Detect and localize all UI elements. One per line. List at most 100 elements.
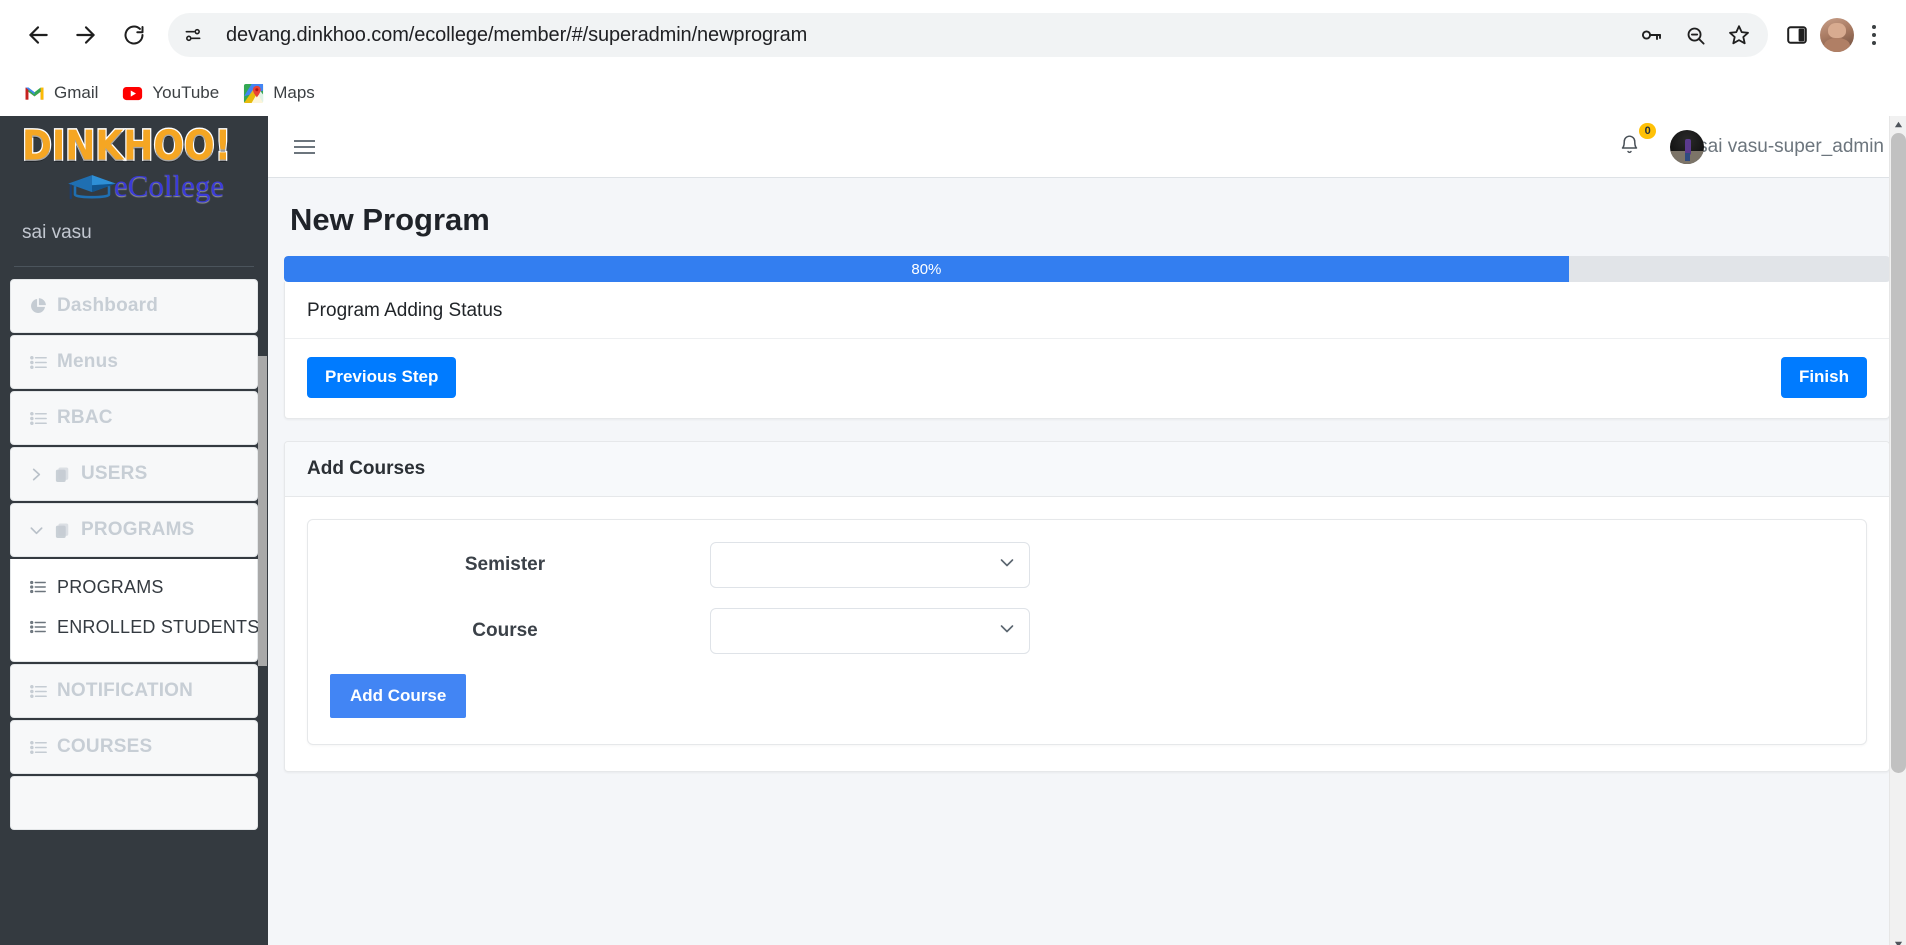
reload-button[interactable]: [110, 11, 158, 59]
list-icon: [25, 738, 51, 757]
course-select-wrap: [710, 607, 1030, 654]
scroll-down-arrow-icon[interactable]: [1890, 936, 1906, 945]
add-courses-header: Add Courses: [285, 441, 1889, 497]
list-icon: [25, 409, 51, 428]
sidebar-logo[interactable]: DINKHOO! eCollege: [0, 116, 268, 203]
back-button[interactable]: [14, 11, 62, 59]
sidebar-item-label: RBAC: [57, 407, 113, 428]
add-courses-form: Semister Course Add Course: [307, 518, 1867, 746]
semister-select-wrap: [710, 541, 1030, 588]
finish-button[interactable]: Finish: [1780, 357, 1867, 398]
maps-icon: [243, 83, 264, 104]
list-icon: [25, 682, 51, 701]
sidebar-item-notification[interactable]: NOTIFICATION: [10, 664, 258, 718]
sidebar-subitem-label: ENROLLED STUDENTS: [57, 616, 260, 637]
sidebar-scrollbar[interactable]: [257, 116, 268, 945]
course-label: Course: [472, 619, 538, 641]
side-panel-icon[interactable]: [1776, 14, 1818, 56]
sidebar-submenu-programs: PROGRAMS ENROLLED STUDENTS: [10, 559, 260, 662]
user-menu[interactable]: sai vasu-super_admin: [1670, 129, 1884, 164]
add-courses-card: Add Courses Semister Course Add Course: [284, 440, 1890, 773]
sidebar-scrollbar-thumb[interactable]: [258, 356, 267, 666]
app-topbar: 0 sai vasu-super_admin: [268, 116, 1906, 178]
application-window: DINKHOO! eCollege sai vasu Dashboard Men…: [0, 116, 1906, 945]
pie-chart-icon: [25, 297, 51, 315]
copy-icon: [49, 466, 75, 483]
site-info-icon[interactable]: [176, 18, 210, 52]
browser-chrome: devang.dinkhoo.com/ecollege/member/#/sup…: [0, 0, 1906, 116]
chrome-profile-avatar[interactable]: [1820, 18, 1854, 52]
form-row-semister: Semister: [330, 541, 1844, 588]
wizard-button-row: Previous Step Finish: [285, 339, 1889, 418]
bookmark-label: Maps: [273, 83, 315, 102]
bookmark-maps[interactable]: Maps: [233, 78, 325, 109]
chrome-menu-icon[interactable]: [1856, 14, 1892, 56]
sidebar-divider: [14, 266, 254, 267]
logo-dinkhoo-text: DINKHOO!: [21, 121, 233, 171]
sidebar-item-programs[interactable]: PROGRAMS: [10, 503, 258, 557]
main-area: 0 sai vasu-super_admin New Program 80% P…: [268, 116, 1906, 945]
scroll-up-arrow-icon[interactable]: [1890, 116, 1906, 133]
zoom-icon[interactable]: [1674, 14, 1716, 56]
previous-step-button[interactable]: Previous Step: [307, 357, 457, 398]
copy-icon: [49, 522, 75, 539]
sidebar-item-menus[interactable]: Menus: [10, 335, 258, 389]
list-icon: [25, 618, 51, 636]
list-icon: [25, 578, 51, 596]
toolbar-right: [1776, 14, 1892, 56]
chevron-down-icon: [25, 523, 47, 538]
status-text: Program Adding Status: [285, 282, 1889, 339]
progress-bar-fill: 80%: [284, 256, 1569, 282]
chevron-right-icon: [25, 467, 47, 482]
bookmark-gmail[interactable]: Gmail: [14, 78, 108, 109]
add-courses-body: Semister Course Add Course: [285, 497, 1889, 772]
notification-badge: 0: [1639, 122, 1657, 139]
notifications-bell-icon[interactable]: 0: [1615, 122, 1657, 164]
url-text[interactable]: devang.dinkhoo.com/ecollege/member/#/sup…: [226, 24, 807, 47]
sidebar-item-users[interactable]: USERS: [10, 447, 258, 501]
bookmark-youtube[interactable]: YouTube: [112, 78, 229, 109]
graduation-cap-icon: [68, 175, 116, 199]
user-display-name: sai vasu-super_admin: [1698, 135, 1884, 157]
hamburger-menu-icon[interactable]: [290, 136, 319, 158]
sidebar-item-label: Menus: [57, 351, 119, 372]
logo-ecollege-text: eCollege: [114, 168, 225, 203]
sidebar-item-rbac[interactable]: RBAC: [10, 391, 258, 445]
sidebar-subitem-programs[interactable]: PROGRAMS: [11, 567, 257, 607]
omnibox-actions: [1630, 14, 1760, 56]
add-course-button-wrap: Add Course: [330, 673, 1844, 745]
sidebar-item-label: Dashboard: [57, 295, 159, 316]
sidebar-item-label: USERS: [81, 463, 148, 484]
semister-label: Semister: [464, 553, 546, 575]
sidebar-item-dashboard[interactable]: Dashboard: [10, 279, 258, 333]
avatar: [1670, 129, 1705, 164]
passwords-icon[interactable]: [1630, 14, 1672, 56]
browser-toolbar: devang.dinkhoo.com/ecollege/member/#/sup…: [0, 0, 1906, 70]
omnibox[interactable]: devang.dinkhoo.com/ecollege/member/#/sup…: [168, 13, 1768, 57]
sidebar-item-partial[interactable]: [10, 776, 258, 830]
forward-button[interactable]: [62, 11, 110, 59]
sidebar-item-label: PROGRAMS: [81, 519, 195, 540]
bookmark-star-icon[interactable]: [1718, 14, 1760, 56]
content-scroll-region: New Program 80% Program Adding Status Pr…: [268, 178, 1906, 945]
main-scrollbar-thumb[interactable]: [1891, 133, 1906, 773]
list-icon: [25, 353, 51, 372]
sidebar-subitem-enrolled-students[interactable]: ENROLLED STUDENTS: [11, 607, 260, 647]
sidebar-menu: Dashboard Menus RBAC USERS PROGRAMS PROG…: [0, 279, 268, 830]
sidebar-item-label: NOTIFICATION: [57, 680, 194, 701]
sidebar-scrollbar-thumb-lower[interactable]: [258, 716, 267, 856]
form-row-course: Course: [330, 607, 1844, 654]
progress-bar: 80%: [284, 256, 1890, 282]
sidebar: DINKHOO! eCollege sai vasu Dashboard Men…: [0, 116, 268, 945]
sidebar-item-courses[interactable]: COURSES: [10, 720, 258, 774]
sidebar-subitem-label: PROGRAMS: [57, 576, 164, 597]
sidebar-item-label: COURSES: [57, 736, 153, 757]
status-card: Program Adding Status Previous Step Fini…: [284, 282, 1890, 419]
bookmark-label: YouTube: [152, 83, 220, 102]
add-course-button[interactable]: Add Course: [330, 673, 467, 719]
semister-select[interactable]: [710, 541, 1030, 588]
progress-bar-label: 80%: [911, 260, 942, 278]
main-scrollbar[interactable]: [1889, 116, 1906, 945]
bookmarks-bar: Gmail YouTube Maps: [0, 70, 1906, 116]
course-select[interactable]: [710, 607, 1030, 654]
